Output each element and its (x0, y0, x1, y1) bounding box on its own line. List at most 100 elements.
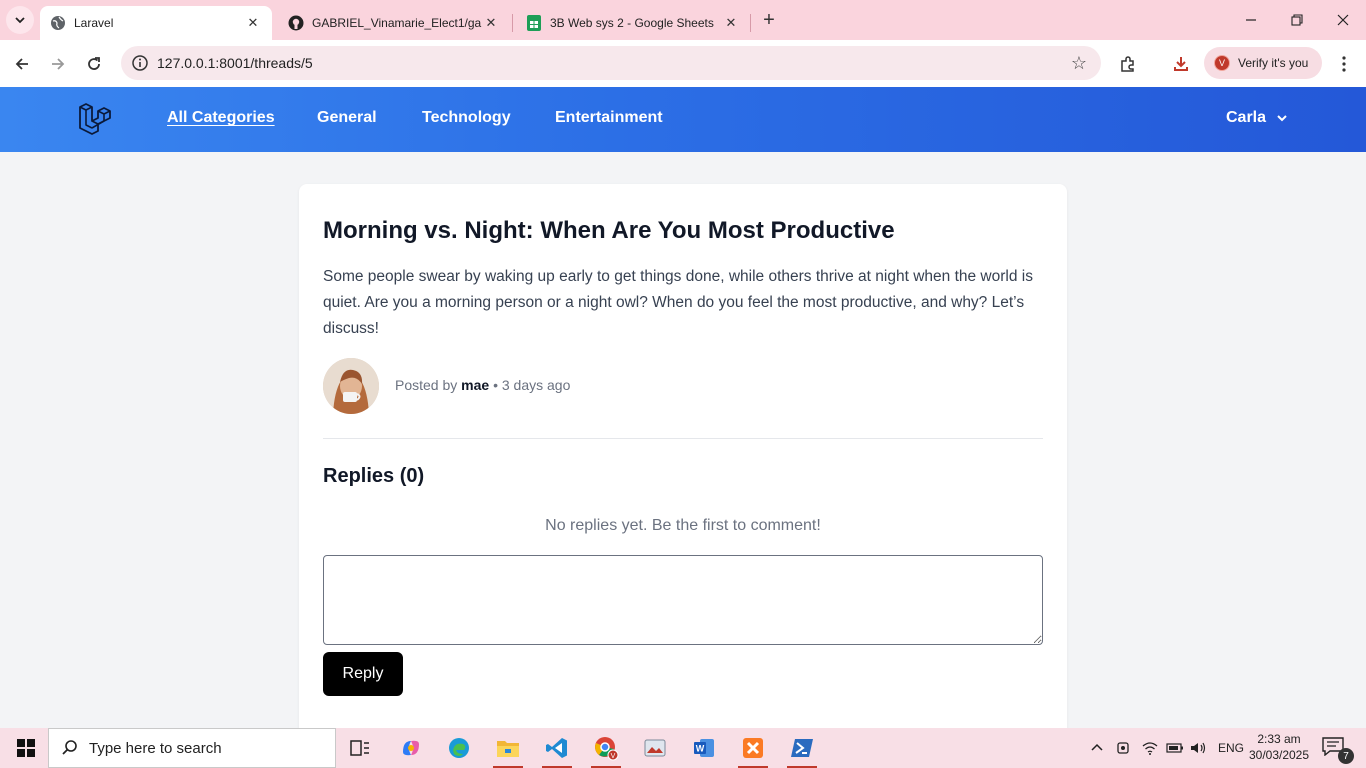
reply-textarea[interactable] (323, 555, 1043, 645)
nav-link-general[interactable]: General (317, 109, 377, 127)
empty-replies-message: No replies yet. Be the first to comment! (545, 517, 821, 534)
browser-tab-github[interactable]: GABRIEL_Vinamarie_Elect1/gab ✕ (280, 6, 508, 40)
bookmark-star-icon[interactable]: ☆ (1071, 53, 1087, 74)
globe-icon (50, 15, 66, 31)
reload-button[interactable] (80, 50, 108, 78)
tab-title: 3B Web sys 2 - Google Sheets (550, 16, 714, 30)
search-icon (62, 740, 77, 755)
verify-profile-chip[interactable]: V Verify it's you (1204, 47, 1322, 79)
folder-icon (497, 741, 519, 757)
address-bar[interactable]: 127.0.0.1:8001/threads/5 ☆ (121, 46, 1101, 80)
author-name[interactable]: mae (461, 377, 489, 393)
thread-card: Morning vs. Night: When Are You Most Pro… (299, 184, 1067, 744)
edge-icon (449, 738, 469, 758)
notification-center-button[interactable]: 7 (1322, 736, 1354, 764)
taskbar-app-vscode[interactable] (534, 728, 580, 768)
taskbar-app-word[interactable]: W (681, 728, 727, 768)
speaker-icon[interactable] (1190, 741, 1208, 755)
task-view-button[interactable] (337, 728, 383, 768)
url-text: 127.0.0.1:8001/threads/5 (157, 55, 313, 71)
taskbar-app-powershell[interactable] (779, 728, 825, 768)
clock-time: 2:33 am (1257, 732, 1301, 746)
copilot-icon (403, 740, 419, 756)
wifi-icon[interactable] (1142, 741, 1158, 755)
arrow-right-icon (52, 58, 65, 70)
task-view-icon (350, 740, 369, 756)
close-window-button[interactable] (1320, 6, 1366, 34)
photos-icon (644, 739, 666, 757)
profile-avatar: V (1214, 55, 1230, 71)
chevron-down-icon (1277, 115, 1287, 122)
taskbar-app-copilot[interactable] (388, 728, 434, 768)
tab-title: GABRIEL_Vinamarie_Elect1/gab (312, 16, 482, 30)
browser-toolbar: 127.0.0.1:8001/threads/5 ☆ V Verify it's… (0, 40, 1366, 87)
site-navbar: All Categories General Technology Entert… (0, 87, 1366, 152)
browser-tab-strip: Laravel ✕ GABRIEL_Vinamarie_Elect1/gab ✕… (0, 0, 1366, 40)
taskbar-app-chrome[interactable]: V (583, 728, 629, 768)
forward-button[interactable] (44, 50, 72, 78)
browser-tab-laravel[interactable]: Laravel ✕ (40, 6, 272, 40)
browser-tab-sheets[interactable]: 3B Web sys 2 - Google Sheets ✕ (518, 6, 748, 40)
meta-separator: • (493, 377, 498, 393)
xampp-icon (743, 738, 763, 758)
taskbar-clock[interactable]: 2:33 am 30/03/2025 (1244, 731, 1314, 763)
replies-heading: Replies (0) (323, 465, 425, 487)
divider (323, 438, 1043, 439)
notification-count-badge: 7 (1338, 748, 1354, 764)
download-icon (1174, 57, 1188, 71)
puzzle-icon (1121, 56, 1134, 72)
close-tab-icon[interactable]: ✕ (482, 14, 500, 32)
taskbar: Type here to search V W ENG 2:33 am 30/0… (0, 728, 1366, 768)
system-tray: ENG (1090, 728, 1244, 768)
taskbar-app-xampp[interactable] (730, 728, 776, 768)
taskbar-app-file-explorer[interactable] (485, 728, 531, 768)
tab-search-button[interactable] (6, 6, 34, 34)
author-avatar (323, 358, 379, 414)
close-tab-icon[interactable]: ✕ (244, 14, 262, 32)
thread-meta: Posted by mae • 3 days ago (395, 377, 570, 393)
thread-title: Morning vs. Night: When Are You Most Pro… (323, 217, 895, 244)
close-icon (1337, 14, 1349, 26)
start-button[interactable] (6, 728, 46, 768)
browser-menu-button[interactable] (1332, 50, 1356, 78)
extensions-button[interactable] (1114, 50, 1142, 78)
meet-now-icon[interactable] (1116, 740, 1132, 756)
arrow-left-icon (15, 58, 28, 70)
search-placeholder: Type here to search (89, 739, 222, 757)
word-icon: W (694, 739, 714, 757)
chevron-down-icon (15, 17, 25, 24)
github-icon (288, 15, 304, 31)
verify-label: Verify it's you (1238, 56, 1309, 70)
reply-button[interactable]: Reply (323, 652, 403, 696)
vscode-icon (546, 738, 567, 758)
user-name: Carla (1226, 109, 1267, 126)
minimize-button[interactable] (1228, 6, 1274, 34)
taskbar-app-edge[interactable] (436, 728, 482, 768)
site-info-icon[interactable] (131, 54, 149, 72)
posted-time: 3 days ago (501, 377, 571, 393)
back-button[interactable] (8, 50, 36, 78)
close-tab-icon[interactable]: ✕ (722, 14, 740, 32)
google-sheets-icon (526, 15, 542, 31)
windows-logo-icon (17, 739, 35, 757)
downloads-button[interactable] (1167, 50, 1195, 78)
new-tab-button[interactable]: + (758, 8, 780, 32)
nav-link-technology[interactable]: Technology (422, 109, 511, 127)
taskbar-search-box[interactable]: Type here to search (48, 728, 336, 768)
laravel-logo-icon[interactable] (76, 101, 112, 137)
user-menu-dropdown[interactable]: Carla (1226, 109, 1288, 127)
thread-body: Some people swear by waking up early to … (323, 268, 1033, 337)
nav-link-all-categories[interactable]: All Categories (167, 109, 275, 127)
battery-icon[interactable] (1166, 741, 1184, 755)
nav-link-entertainment[interactable]: Entertainment (555, 109, 663, 127)
taskbar-app-photos[interactable] (632, 728, 678, 768)
svg-text:W: W (696, 744, 705, 754)
powershell-icon (791, 739, 813, 757)
kebab-menu-icon (1342, 56, 1346, 72)
reload-icon (88, 57, 100, 70)
chevron-up-icon[interactable] (1090, 741, 1104, 755)
language-indicator[interactable]: ENG (1218, 741, 1244, 755)
restore-button[interactable] (1274, 6, 1320, 34)
restore-icon (1291, 14, 1303, 26)
tab-title: Laravel (74, 16, 114, 30)
